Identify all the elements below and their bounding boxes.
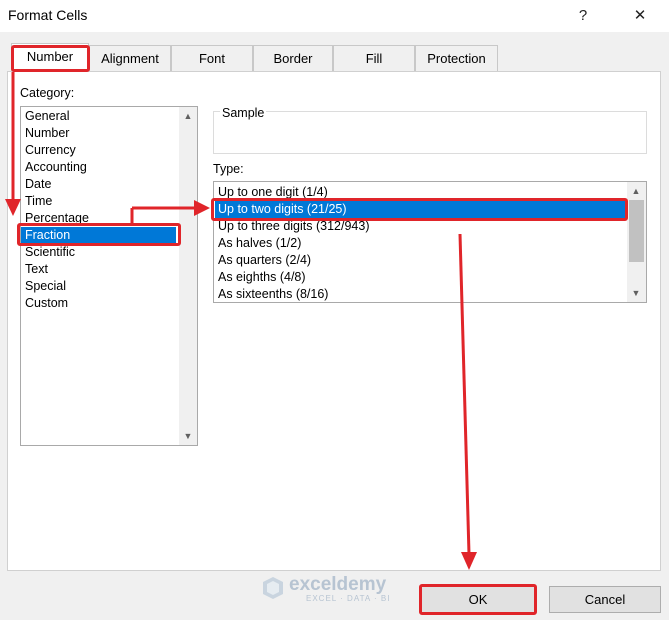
annotation-arrowhead bbox=[461, 552, 477, 570]
annotation-arrows bbox=[5, 72, 477, 570]
annotation-arrowhead bbox=[194, 200, 210, 216]
annotation-arrow bbox=[458, 233, 471, 555]
annotation-arrowhead bbox=[5, 199, 21, 216]
